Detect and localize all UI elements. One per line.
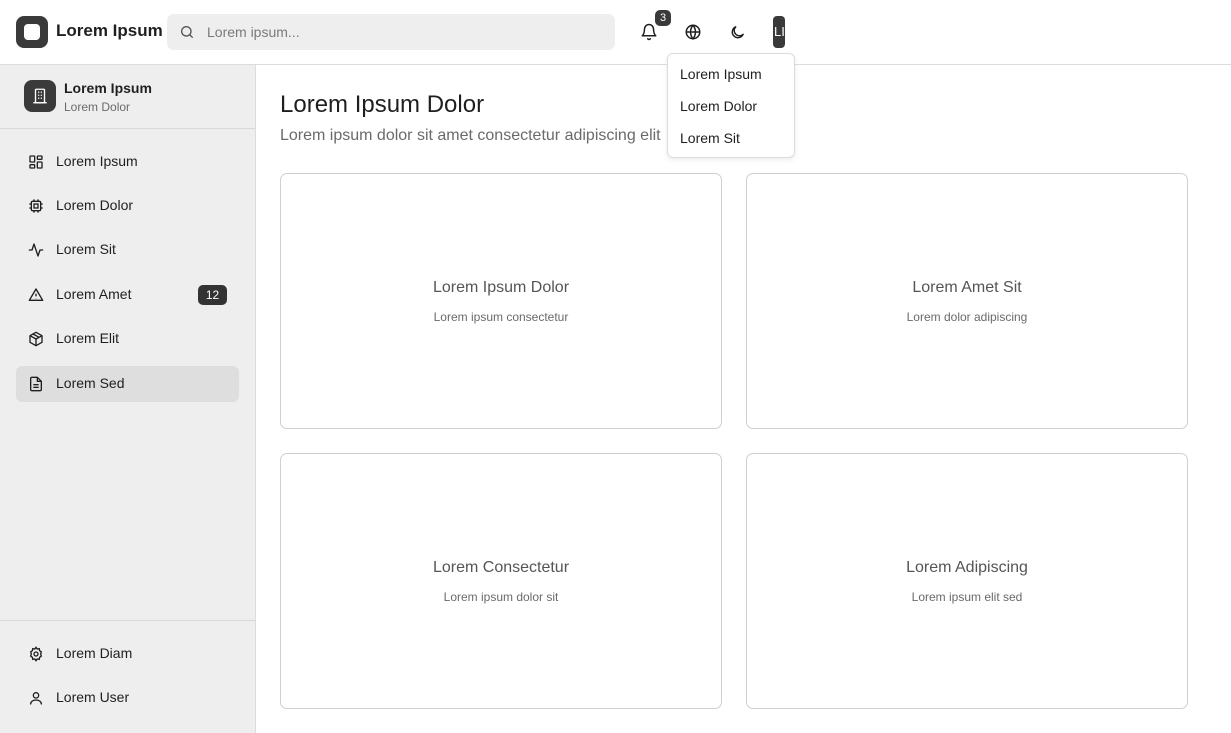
sidebar-footer: Lorem Diam Lorem User: [0, 620, 255, 733]
gear-icon: [28, 646, 44, 662]
notification-badge: 3: [655, 10, 671, 26]
page-subtitle: Lorem ipsum dolor sit amet consectetur a…: [280, 127, 661, 144]
card-subtitle: Lorem ipsum elit sed: [911, 590, 1023, 604]
sidebar-item-label: Lorem User: [56, 689, 130, 705]
sidebar-item-label: Lorem Amet: [56, 286, 132, 302]
user-menu-item[interactable]: Lorem Dolor: [668, 90, 794, 122]
search-input[interactable]: Lorem ipsum...: [207, 24, 300, 40]
card-subtitle: Lorem ipsum consectetur: [433, 310, 569, 324]
user-menu-item[interactable]: Lorem Sit: [668, 122, 794, 154]
org-name: Lorem Ipsum: [64, 80, 152, 96]
sidebar-item-lorem-amet[interactable]: Lorem Amet 12: [16, 277, 239, 313]
sidebar-item-label: Lorem Sed: [56, 375, 125, 391]
card-title: Lorem Ipsum Dolor: [432, 279, 570, 296]
app-logo[interactable]: [16, 16, 48, 48]
building-icon: [24, 80, 56, 112]
sidebar-item-lorem-user[interactable]: Lorem User: [16, 680, 239, 716]
sidebar-item-lorem-sed[interactable]: Lorem Sed: [16, 366, 239, 402]
sidebar-item-label: Lorem Ipsum: [56, 153, 138, 169]
cpu-icon: [28, 198, 44, 214]
sidebar-item-lorem-elit[interactable]: Lorem Elit: [16, 321, 239, 357]
globe-icon[interactable]: [683, 22, 703, 42]
card-title: Lorem Adipiscing: [906, 559, 1028, 576]
card-title: Lorem Consectetur: [432, 559, 570, 576]
sidebar-item-label: Lorem Sit: [56, 241, 116, 257]
activity-icon: [28, 242, 44, 258]
sidebar-item-label: Lorem Dolor: [56, 197, 134, 213]
count-badge: 12: [198, 285, 227, 305]
content-card[interactable]: Lorem Consectetur Lorem ipsum dolor sit: [280, 453, 722, 709]
sidebar-item-label: Lorem Diam: [56, 645, 133, 661]
card-subtitle: Lorem dolor adipiscing: [906, 310, 1028, 324]
org-subtitle: Lorem Dolor: [64, 100, 131, 114]
sidebar-item-label: Lorem Elit: [56, 330, 120, 346]
sidebar-item-lorem-ipsum[interactable]: Lorem Ipsum: [16, 144, 239, 180]
org-switcher[interactable]: Lorem Ipsum Lorem Dolor: [0, 65, 255, 129]
search-bar[interactable]: Lorem ipsum...: [167, 14, 615, 50]
user-menu-dropdown: Lorem Ipsum Lorem Dolor Lorem Sit: [667, 53, 795, 158]
page-title: Lorem Ipsum Dolor: [280, 91, 485, 118]
sidebar-item-lorem-sit[interactable]: Lorem Sit: [16, 232, 239, 268]
user-menu-item[interactable]: Lorem Ipsum: [668, 58, 794, 90]
content-card[interactable]: Lorem Adipiscing Lorem ipsum elit sed: [746, 453, 1188, 709]
top-bar: Lorem Ipsum Lorem ipsum... 3 LI: [0, 0, 1231, 65]
sidebar-item-lorem-diam[interactable]: Lorem Diam: [16, 636, 239, 672]
moon-icon[interactable]: [727, 22, 747, 42]
alert-triangle-icon: [28, 287, 44, 303]
search-icon: [179, 24, 195, 40]
sidebar: Lorem Ipsum Lorem Dolor Lorem Ipsum Lore…: [0, 65, 256, 733]
avatar[interactable]: LI: [773, 16, 785, 48]
sidebar-item-lorem-dolor[interactable]: Lorem Dolor: [16, 188, 239, 224]
app-title: Lorem Ipsum: [56, 21, 163, 40]
user-icon: [28, 690, 44, 706]
card-title: Lorem Amet Sit: [912, 279, 1022, 296]
content-card[interactable]: Lorem Amet Sit Lorem dolor adipiscing: [746, 173, 1188, 429]
document-icon: [28, 376, 44, 392]
package-icon: [28, 331, 44, 347]
dashboard-icon: [28, 154, 44, 170]
content-card[interactable]: Lorem Ipsum Dolor Lorem ipsum consectetu…: [280, 173, 722, 429]
card-subtitle: Lorem ipsum dolor sit: [443, 590, 559, 604]
